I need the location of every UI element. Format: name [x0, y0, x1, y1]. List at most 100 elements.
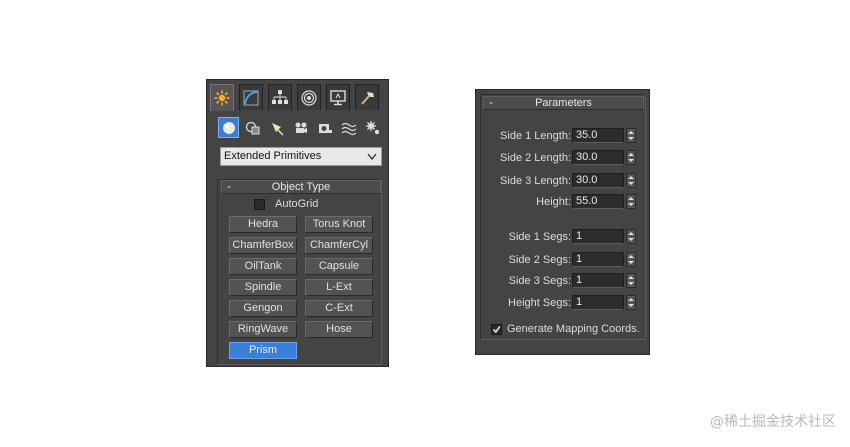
side-3-length-row: Side 3 Length: 30.0 [481, 173, 647, 190]
side-2-segs-field[interactable]: 1 [572, 252, 624, 267]
capsule-button[interactable]: Capsule [305, 258, 373, 275]
tab-hierarchy[interactable] [268, 84, 292, 110]
tab-display[interactable] [326, 84, 350, 110]
oiltank-button[interactable]: OilTank [229, 258, 297, 275]
motion-icon [301, 89, 317, 106]
height-segs-label: Height Segs: [508, 297, 571, 309]
height-label: Height: [536, 196, 571, 208]
spinner-arrows-icon [628, 197, 634, 206]
side-1-segs-row: Side 1 Segs: 1 [481, 229, 647, 246]
parameters-rollout: - Parameters Side 1 Length: 35.0 Side 2 … [480, 94, 646, 340]
spinner-arrows-icon [628, 232, 634, 241]
watermark: @稀土掘金技术社区 [710, 414, 836, 430]
side-3-length-spinner[interactable] [626, 173, 636, 188]
height-spinner[interactable] [626, 194, 636, 209]
category-dropdown[interactable]: Extended Primitives [220, 147, 382, 166]
height-segs-field[interactable]: 1 [572, 295, 624, 310]
side-2-length-field[interactable]: 30.0 [572, 150, 624, 165]
helper-tape-icon [318, 123, 332, 133]
shapes-icon [245, 121, 259, 134]
spinner-arrows-icon [628, 298, 634, 307]
autogrid-label: AutoGrid [275, 198, 319, 210]
side-3-segs-field[interactable]: 1 [572, 273, 624, 288]
side-3-segs-row: Side 3 Segs: 1 [481, 273, 647, 290]
spindle-button[interactable]: Spindle [229, 279, 297, 296]
object-type-rollout: - Object Type AutoGrid Hedra Torus Knot … [217, 179, 382, 365]
hierarchy-icon [272, 89, 288, 104]
generate-mapping-option[interactable]: Generate Mapping Coords. [491, 323, 640, 335]
subcategory-cameras[interactable] [290, 117, 311, 138]
spinner-arrows-icon [628, 176, 634, 185]
prism-button[interactable]: Prism [229, 342, 297, 359]
torus-knot-button[interactable]: Torus Knot [305, 216, 373, 233]
hose-button[interactable]: Hose [305, 321, 373, 338]
side-2-segs-label: Side 2 Segs: [508, 254, 571, 266]
waves-icon [341, 122, 356, 135]
side-1-segs-label: Side 1 Segs: [508, 231, 571, 243]
autogrid-checkbox[interactable] [254, 198, 265, 210]
sun-star-icon [214, 90, 230, 106]
display-monitor-icon [330, 89, 346, 105]
category-dropdown-value: Extended Primitives [224, 150, 322, 162]
gears-icon [365, 120, 379, 134]
c-ext-button[interactable]: C-Ext [305, 300, 373, 317]
command-panel: Extended Primitives - Object Type AutoGr… [206, 79, 389, 367]
object-type-title: Object Type [271, 181, 331, 193]
parameters-panel: - Parameters Side 1 Length: 35.0 Side 2 … [475, 89, 650, 355]
side-1-length-field[interactable]: 35.0 [572, 128, 624, 143]
chamferbox-button[interactable]: ChamferBox [229, 237, 297, 254]
spinner-arrows-icon [628, 255, 634, 264]
checkmark-icon [492, 325, 501, 333]
object-type-rollout-header[interactable]: - Object Type [221, 179, 381, 194]
spinner-arrows-icon [628, 153, 634, 162]
chevron-down-icon [367, 153, 377, 161]
chamfercyl-button[interactable]: ChamferCyl [305, 237, 373, 254]
side-1-length-spinner[interactable] [626, 128, 636, 143]
tab-create[interactable] [210, 84, 234, 111]
sphere-icon [222, 121, 235, 134]
light-icon [271, 122, 284, 136]
command-panel-tabs [210, 83, 386, 111]
side-2-segs-row: Side 2 Segs: 1 [481, 252, 647, 269]
parameters-rollout-header[interactable]: - Parameters [483, 95, 644, 110]
subcategory-helpers[interactable] [314, 117, 335, 138]
subcategory-lights[interactable] [266, 117, 287, 138]
autogrid-option[interactable]: AutoGrid [254, 198, 318, 210]
spinner-arrows-icon [628, 131, 634, 140]
curve-modify-icon [243, 90, 259, 105]
subcategory-shapes[interactable] [242, 117, 263, 138]
gengon-button[interactable]: Gengon [229, 300, 297, 317]
ringwave-button[interactable]: RingWave [229, 321, 297, 338]
l-ext-button[interactable]: L-Ext [305, 279, 373, 296]
side-1-segs-field[interactable]: 1 [572, 229, 624, 244]
tab-motion[interactable] [297, 84, 321, 110]
side-2-length-label: Side 2 Length: [500, 152, 571, 164]
parameters-title: Parameters [535, 97, 592, 109]
side-2-length-spinner[interactable] [626, 150, 636, 165]
generate-mapping-checkbox[interactable] [491, 323, 502, 335]
tab-modify[interactable] [239, 84, 263, 110]
spinner-arrows-icon [628, 276, 634, 285]
hammer-icon [361, 91, 374, 105]
subcategory-space-warps[interactable] [338, 117, 359, 138]
side-3-length-label: Side 3 Length: [500, 175, 571, 187]
side-3-segs-label: Side 3 Segs: [508, 275, 571, 287]
side-2-segs-spinner[interactable] [626, 252, 636, 267]
side-2-length-row: Side 2 Length: 30.0 [481, 150, 647, 167]
subcategory-geometry[interactable] [218, 117, 239, 138]
height-field[interactable]: 55.0 [572, 194, 624, 209]
side-1-length-row: Side 1 Length: 35.0 [481, 128, 647, 145]
side-1-segs-spinner[interactable] [626, 229, 636, 244]
side-3-length-field[interactable]: 30.0 [572, 173, 624, 188]
create-subcategories [218, 117, 388, 139]
camera-icon [295, 122, 307, 133]
height-segs-spinner[interactable] [626, 295, 636, 310]
subcategory-systems[interactable] [362, 117, 383, 138]
height-segs-row: Height Segs: 1 [481, 295, 647, 312]
generate-mapping-label: Generate Mapping Coords. [507, 323, 640, 335]
side-1-length-label: Side 1 Length: [500, 130, 571, 142]
hedra-button[interactable]: Hedra [229, 216, 297, 233]
height-row: Height: 55.0 [481, 194, 647, 211]
side-3-segs-spinner[interactable] [626, 273, 636, 288]
tab-utilities[interactable] [355, 84, 379, 110]
